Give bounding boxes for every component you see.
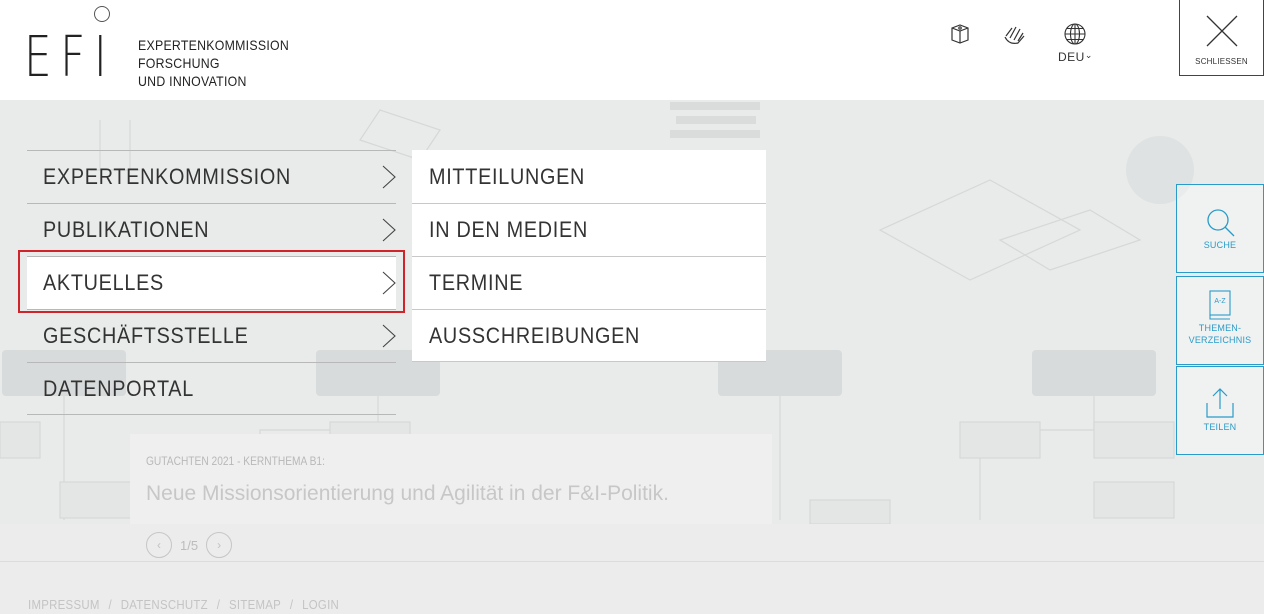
logo-text[interactable]: EXPERTENKOMMISSION FORSCHUNG UND INNOVAT… [138,36,289,90]
menu-item-label: AKTUELLES [43,270,164,295]
submenu-item-label: AUSSCHREIBUNGEN [429,322,641,348]
footer-link-login[interactable]: LOGIN [302,597,339,612]
sign-language-icon[interactable] [1002,22,1028,51]
chevron-right-icon [382,165,396,189]
az-badge: A-Z [1214,298,1226,305]
slide-counter: 1/5 [180,537,199,553]
slide-kicker: GUTACHTEN 2021 - KERNTHEMA B1: [146,454,325,468]
chevron-right-icon [382,271,396,295]
menu-item-geschaeftsstelle[interactable]: GESCHÄFTSSTELLE [27,309,396,362]
menu-item-label: PUBLIKATIONEN [43,217,210,242]
submenu-item-ausschreibungen[interactable]: AUSSCHREIBUNGEN [412,309,766,362]
slide-title: Neue Missionsorientierung und Agilität i… [146,482,669,505]
search-button[interactable]: SUCHE [1176,184,1264,273]
easy-language-icon[interactable] [949,22,971,51]
footer-separator: / [216,597,221,612]
language-selector[interactable]: DEU⌄ [1058,50,1093,64]
footer-separator: / [289,597,294,612]
footer-links: IMPRESSUM / DATENSCHUTZ / SITEMAP / LOGIN [28,597,339,612]
footer-link-datenschutz[interactable]: DATENSCHUTZ [121,597,208,612]
close-icon [1206,15,1238,47]
menu-item-label: DATENPORTAL [43,375,194,401]
site-header: EFI EXPERTENKOMMISSION FORSCHUNG UND INN… [0,0,1264,100]
menu-item-expertenkommission[interactable]: EXPERTENKOMMISSION [27,150,396,203]
main-menu: EXPERTENKOMMISSION PUBLIKATIONEN AKTUELL… [27,150,396,415]
globe-icon[interactable] [1063,22,1087,51]
submenu-aktuelles: MITTEILUNGEN IN DEN MEDIEN TERMINE AUSSC… [412,150,766,362]
submenu-item-label: IN DEN MEDIEN [429,217,588,242]
topic-index-line-1: THEMEN- [1198,323,1242,333]
logo-line-2: FORSCHUNG [138,55,220,71]
submenu-item-mitteilungen[interactable]: MITTEILUNGEN [412,150,766,203]
logo-circle [94,6,110,22]
slider-pager: ‹ 1/5 › [146,532,233,558]
topic-index-line-2: VERZEICHNIS [1188,335,1252,345]
menu-item-publikationen[interactable]: PUBLIKATIONEN [27,203,396,256]
share-button[interactable]: TEILEN [1176,366,1264,455]
footer-separator: / [108,597,112,612]
menu-item-label: EXPERTENKOMMISSION [43,164,292,189]
chevron-right-icon [382,324,396,348]
close-menu-button[interactable]: SCHLIESSEN [1179,0,1264,76]
chevron-left-icon[interactable]: ‹ [146,532,172,558]
search-icon [1207,209,1235,237]
submenu-item-label: TERMINE [429,270,524,295]
logo-line-1: EXPERTENKOMMISSION [138,37,290,53]
footer-divider [0,561,1264,562]
menu-item-aktuelles[interactable]: AKTUELLES [27,256,396,309]
logo-line-3: UND INNOVATION [138,73,247,89]
slider-card: GUTACHTEN 2021 - KERNTHEMA B1: Neue Miss… [130,434,772,524]
submenu-item-label: MITTEILUNGEN [429,163,586,189]
menu-item-label: GESCHÄFTSSTELLE [43,323,249,348]
share-icon [1206,388,1234,418]
submenu-item-termine[interactable]: TERMINE [412,256,766,309]
topic-index-label: THEMEN- VERZEICHNIS [1177,322,1263,346]
language-label: DEU [1058,50,1085,64]
logo-mark[interactable]: EFI [24,28,115,88]
submenu-item-in-den-medien[interactable]: IN DEN MEDIEN [412,203,766,256]
topic-index-button[interactable]: A-Z THEMEN- VERZEICHNIS [1176,276,1264,365]
close-label: SCHLIESSEN [1195,57,1248,66]
book-icon: A-Z [1209,290,1231,320]
footer-link-impressum[interactable]: IMPRESSUM [28,597,100,612]
chevron-down-icon: ⌄ [1084,50,1093,60]
chevron-right-icon[interactable]: › [206,532,233,558]
search-label: SUCHE [1203,240,1237,250]
menu-item-datenportal[interactable]: DATENPORTAL [27,362,396,415]
chevron-right-icon [382,218,396,242]
share-label: TEILEN [1203,422,1237,432]
footer-link-sitemap[interactable]: SITEMAP [229,597,281,612]
